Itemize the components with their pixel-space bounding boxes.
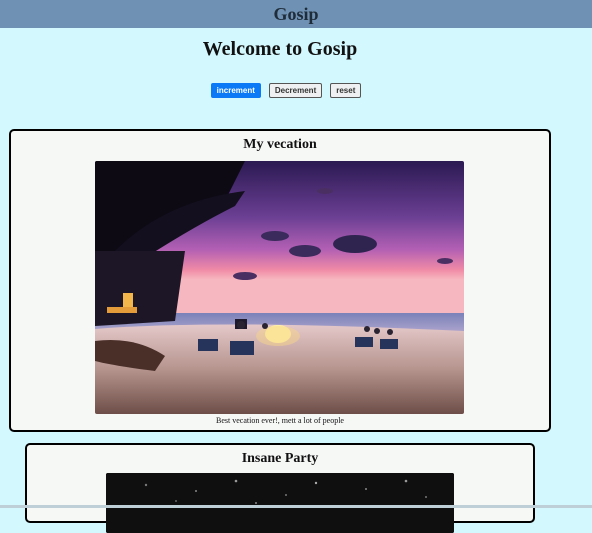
post-card: My vecation Best vecation ever!, mett a … — [9, 129, 551, 432]
party-photo — [106, 473, 454, 533]
post-title: Insane Party — [241, 451, 319, 466]
brand-title[interactable]: Gosip — [273, 0, 318, 28]
page-title: Welcome to Gosip — [202, 38, 358, 60]
reset-button[interactable]: reset — [330, 83, 362, 98]
beach-sunset-image — [95, 161, 464, 414]
beach-sunset-photo — [95, 161, 464, 414]
post-card: Insane Party — [25, 443, 535, 533]
increment-button[interactable]: increment — [210, 83, 261, 98]
decrement-button[interactable]: Decrement — [268, 83, 323, 98]
post-caption: Best vecation ever!, mett a lot of peopl… — [216, 416, 344, 425]
party-image — [106, 473, 454, 533]
navbar: Gosip — [0, 0, 592, 28]
post-title: My vecation — [243, 137, 317, 152]
counter-controls: increment Decrement reset — [0, 83, 572, 98]
